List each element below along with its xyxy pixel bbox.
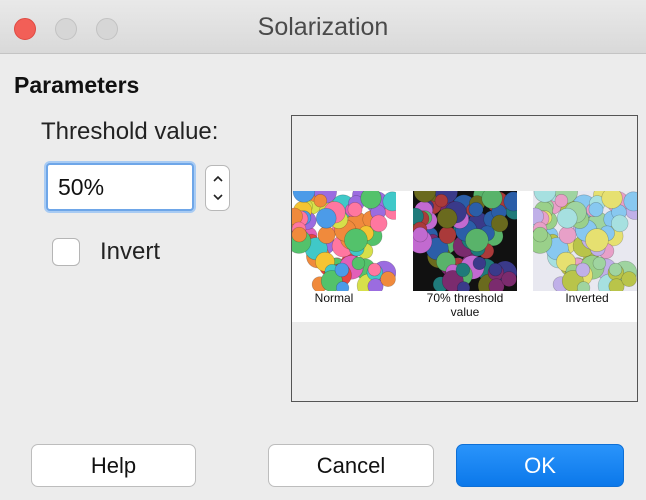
parameters-heading: Parameters (14, 72, 140, 98)
preview-image-threshold (413, 191, 517, 291)
preview-image-inverted (533, 191, 637, 291)
stepper-down-icon[interactable] (211, 190, 225, 204)
caption-threshold-line2: value (450, 305, 480, 319)
invert-label: Invert (100, 238, 161, 265)
threshold-label: Threshold value: (41, 118, 219, 145)
threshold-stepper[interactable] (205, 165, 230, 211)
caption-inverted: Inverted (565, 291, 609, 305)
cancel-button[interactable]: Cancel (268, 444, 434, 487)
window-title: Solarization (257, 13, 389, 41)
preview-image-normal (292, 191, 396, 291)
threshold-input[interactable] (46, 163, 194, 211)
preview-strip: Normal 70% threshold value Inverted (292, 191, 637, 322)
caption-normal: Normal (314, 291, 354, 305)
stepper-up-icon[interactable] (211, 172, 225, 186)
help-button[interactable]: Help (31, 444, 196, 487)
ok-button[interactable]: OK (456, 444, 624, 487)
title-bar: Solarization (0, 0, 646, 54)
preview-panel: Normal 70% threshold value Inverted (291, 115, 638, 402)
invert-checkbox[interactable] (52, 238, 80, 266)
caption-threshold-line1: 70% threshold (426, 291, 504, 305)
